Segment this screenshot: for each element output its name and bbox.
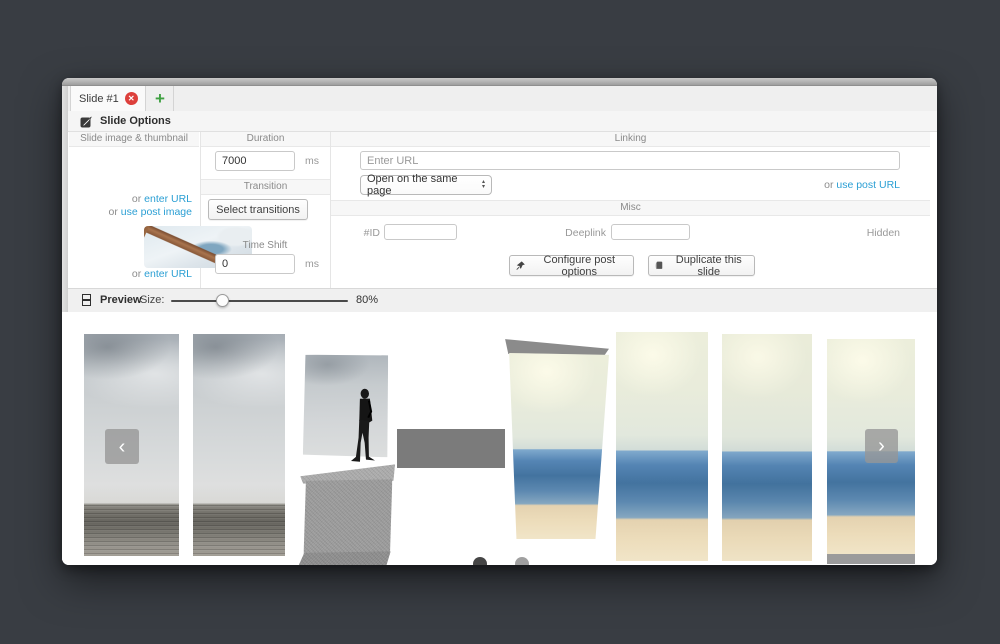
deeplink-input[interactable] <box>611 224 690 240</box>
size-slider-track[interactable] <box>171 300 348 302</box>
or-text: or <box>132 193 144 205</box>
enter-url-line: or enter URL <box>70 193 200 205</box>
link-target-value: Open on the same page <box>367 173 482 197</box>
image-column-header: Slide image & thumbnail <box>69 132 199 147</box>
id-input[interactable] <box>384 224 457 240</box>
configure-post-options-label: Configure post options <box>532 254 627 278</box>
pushpin-icon <box>516 260 526 271</box>
duration-unit: ms <box>305 155 319 167</box>
slice-bottom-edge <box>827 554 915 564</box>
preview-slice-3d <box>288 351 408 565</box>
use-post-url-line: or use post URL <box>662 179 900 191</box>
pedestal-front-face <box>302 479 393 555</box>
enter-url-line-2: or enter URL <box>70 268 200 280</box>
or-text: or <box>109 206 121 218</box>
use-post-image-link[interactable]: use post image <box>121 206 192 218</box>
preview-toolbar: Preview Size: 80% <box>68 288 937 313</box>
preview-label: Preview <box>100 289 142 312</box>
duplicate-slide-button[interactable]: Duplicate this slide <box>648 255 755 276</box>
time-shift-label: Time Shift <box>200 240 330 251</box>
deeplink-label: Deeplink <box>548 227 606 239</box>
preview-icon <box>82 294 91 306</box>
link-url-input[interactable] <box>360 151 900 170</box>
preview-slice <box>722 334 812 561</box>
sea-texture <box>193 505 285 556</box>
select-arrows-icon: ▴▾ <box>482 180 485 190</box>
or-text: or <box>132 268 144 280</box>
configure-post-options-button[interactable]: Configure post options <box>509 255 634 276</box>
prev-arrow-button[interactable]: ‹ <box>105 429 139 464</box>
preview-slice-3d <box>503 336 611 542</box>
transition-header: Transition <box>201 179 330 195</box>
plus-icon: + <box>155 90 165 107</box>
window-top-edge <box>62 78 937 86</box>
slide-options-title: Slide Options <box>100 115 171 127</box>
enter-url-link-2[interactable]: enter URL <box>144 268 192 280</box>
sea-texture <box>84 505 179 556</box>
size-value: 80% <box>356 289 378 312</box>
slider-preview: ‹ › <box>62 312 937 565</box>
or-text: or <box>824 179 836 191</box>
businessman-silhouette <box>347 387 380 466</box>
chevron-left-icon: ‹ <box>119 437 126 457</box>
preview-slice-edge <box>397 429 505 468</box>
preview-slice <box>193 334 285 556</box>
size-slider-knob[interactable] <box>216 294 229 307</box>
delete-slide-icon[interactable]: ✕ <box>125 92 138 105</box>
linking-header: Linking <box>331 132 930 147</box>
edit-pencil-icon <box>80 115 92 127</box>
misc-header: Misc <box>331 200 930 216</box>
preview-slice <box>616 332 708 561</box>
enter-url-link[interactable]: enter URL <box>144 193 192 205</box>
duplicate-slide-label: Duplicate this slide <box>670 254 748 278</box>
time-shift-unit: ms <box>305 258 319 270</box>
use-post-url-link[interactable]: use post URL <box>836 179 900 191</box>
next-arrow-button[interactable]: › <box>865 429 898 463</box>
size-label: Size: <box>140 289 164 312</box>
slide-editor-window: Slide #1 ✕ + Slide Options Slide image &… <box>62 78 937 565</box>
select-transitions-button[interactable]: Select transitions <box>208 199 308 220</box>
pagination-dot-active[interactable] <box>473 557 487 565</box>
use-post-image-line: or use post image <box>70 206 200 218</box>
tab-slide-1-label: Slide #1 <box>79 93 119 105</box>
slice-front-face <box>505 353 609 539</box>
chevron-right-icon: › <box>878 436 885 456</box>
link-target-select[interactable]: Open on the same page ▴▾ <box>360 175 492 195</box>
pedestal-bottom-face <box>298 551 394 565</box>
tab-slide-1[interactable]: Slide #1 ✕ <box>70 86 146 111</box>
slide-options-header: Slide Options <box>68 111 937 132</box>
duration-header: Duration <box>201 132 330 147</box>
slide-tabs-bar: Slide #1 ✕ + <box>68 86 937 112</box>
id-label: #ID <box>342 227 380 239</box>
duration-input[interactable] <box>215 151 295 171</box>
hidden-label: Hidden <box>800 227 900 239</box>
pagination-dot[interactable] <box>515 557 529 565</box>
duplicate-icon <box>655 260 664 271</box>
page-background: Slide #1 ✕ + Slide Options Slide image &… <box>0 0 1000 644</box>
time-shift-input[interactable] <box>215 254 295 274</box>
add-slide-button[interactable]: + <box>147 86 174 111</box>
